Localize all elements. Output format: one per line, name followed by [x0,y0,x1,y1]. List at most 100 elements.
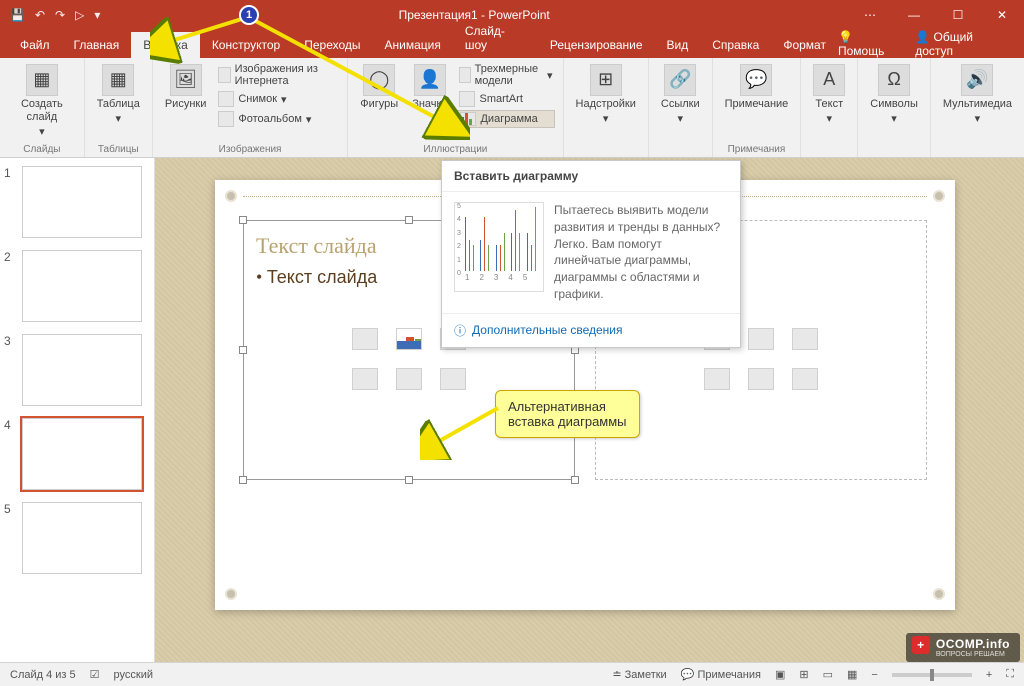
insert-picture-icon[interactable] [352,368,378,390]
group-comments: 💬ПримечаниеПримечания [713,58,802,157]
group-media: 🔊Мультимедиа▾ [931,58,1024,157]
screenshot-button[interactable]: Снимок ▾ [216,90,339,108]
zoom-out-icon[interactable]: − [871,669,877,681]
tab-help[interactable]: Справка [700,32,771,58]
slide-position: Слайд 4 из 5 [10,669,76,681]
comment-button[interactable]: 💬Примечание [721,62,793,113]
new-slide-button[interactable]: ▦Создать слайд▾ [8,62,76,142]
group-label: Слайды [8,142,76,155]
share-button[interactable]: 👤 Общий доступ [915,30,1012,58]
tooltip-help-link[interactable]: ⓘ Дополнительные сведения [442,313,740,347]
smartart-button[interactable]: SmartArt [457,90,554,108]
group-label: Таблицы [93,142,144,155]
insert-video-icon[interactable] [792,368,818,390]
tab-view[interactable]: Вид [655,32,701,58]
slide-thumb[interactable]: 1 [4,166,150,238]
corner-decor [933,190,945,202]
group-images: 🖼Рисунки Изображения из Интернета Снимок… [153,58,348,157]
tab-animation[interactable]: Анимация [373,32,453,58]
view-normal-icon[interactable]: ▣ [775,668,785,681]
undo-icon[interactable]: ↶ [35,8,45,22]
insert-online-picture-icon[interactable] [748,368,774,390]
tab-format[interactable]: Формат [771,32,838,58]
save-icon[interactable]: 💾 [10,8,25,22]
tell-me[interactable]: 💡 Помощь [838,30,901,58]
symbols-button[interactable]: ΩСимволы▾ [866,62,922,128]
insert-online-picture-icon[interactable] [396,368,422,390]
group-tables: ▦Таблица▾ Таблицы [85,58,153,157]
window-controls: ⋯ — ☐ ✕ [848,0,1024,30]
zoom-in-icon[interactable]: + [986,669,992,681]
qat-more-icon[interactable]: ▾ [94,8,100,22]
group-addins: ⊞Надстройки▾ [564,58,649,157]
tooltip-chart-preview: 543210 12345 [454,202,544,292]
view-slideshow-icon[interactable]: ▦ [847,668,857,681]
shapes-button[interactable]: ◯Фигуры [356,62,402,113]
corner-decor [933,588,945,600]
tab-review[interactable]: Рецензирование [538,32,655,58]
group-links: 🔗Ссылки▾ [649,58,713,157]
slide-thumb[interactable]: 5 [4,502,150,574]
tab-home[interactable]: Главная [62,32,132,58]
ribbon: ▦Создать слайд▾ Слайды ▦Таблица▾ Таблицы… [0,58,1024,158]
view-reading-icon[interactable]: ▭ [823,668,833,681]
close-icon[interactable]: ✕ [980,0,1024,30]
media-button[interactable]: 🔊Мультимедиа▾ [939,62,1016,128]
corner-decor [225,190,237,202]
watermark-icon: + [912,636,930,654]
status-bar: Слайд 4 из 5 ☑ русский ≐ Заметки 💬 Приме… [0,662,1024,686]
group-label: Иллюстрации [356,142,554,155]
tab-slideshow[interactable]: Слайд-шоу [453,18,538,58]
tooltip-text: Пытаетесь выявить модели развития и трен… [554,202,728,303]
group-illustrations: ◯Фигуры 👤Значки Трехмерные модели ▾ Smar… [348,58,563,157]
text-button[interactable]: AТекст▾ [809,62,849,128]
language-status[interactable]: русский [114,669,153,681]
pictures-button[interactable]: 🖼Рисунки [161,62,211,113]
spellcheck-icon[interactable]: ☑ [90,668,100,681]
chart-tooltip: Вставить диаграмму 543210 12345 Пытаетес… [441,160,741,348]
tooltip-title: Вставить диаграмму [442,161,740,192]
3dmodels-button[interactable]: Трехмерные модели ▾ [457,62,554,88]
group-label: Изображения [161,142,339,155]
insert-chart-icon[interactable] [748,328,774,350]
addins-button[interactable]: ⊞Надстройки▾ [572,62,640,128]
chart-icon [460,112,476,126]
annotation-callout: Альтернативная вставка диаграммы [495,390,640,438]
slide-thumb[interactable]: 4 [4,418,150,490]
tab-design[interactable]: Конструктор [200,32,292,58]
insert-picture-icon[interactable] [704,368,730,390]
icons-button[interactable]: 👤Значки [408,62,451,113]
ribbon-tabs: Файл Главная Вставка Конструктор Переход… [0,30,1024,58]
tab-insert[interactable]: Вставка [131,32,200,58]
insert-chart-icon[interactable] [396,328,422,350]
group-slides: ▦Создать слайд▾ Слайды [0,58,85,157]
slideshow-icon[interactable]: ▷ [75,8,84,22]
insert-table-icon[interactable] [352,328,378,350]
minimize-icon[interactable]: — [892,0,936,30]
corner-decor [225,588,237,600]
slide-thumb[interactable]: 3 [4,334,150,406]
chart-button[interactable]: Диаграмма [457,110,554,128]
ribbon-options-icon[interactable]: ⋯ [848,0,892,30]
table-button[interactable]: ▦Таблица▾ [93,62,144,128]
fit-icon[interactable]: ⛶ [1006,668,1014,681]
redo-icon[interactable]: ↷ [55,8,65,22]
step-badge: 1 [239,5,259,25]
photoalbum-button[interactable]: Фотоальбом ▾ [216,110,339,128]
watermark: + OCOMP.info ВОПРОСЫ РЕШАЕМ [906,633,1020,662]
online-pictures-button[interactable]: Изображения из Интернета [216,62,339,88]
links-button[interactable]: 🔗Ссылки▾ [657,62,704,128]
zoom-slider[interactable] [892,673,972,677]
group-text: AТекст▾ [801,58,858,157]
notes-toggle[interactable]: ≐ Заметки [612,668,666,681]
maximize-icon[interactable]: ☐ [936,0,980,30]
slide-thumbnails-panel[interactable]: 1 2 3 4 5 [0,158,155,662]
tab-file[interactable]: Файл [8,32,62,58]
tab-transitions[interactable]: Переходы [292,32,372,58]
insert-video-icon[interactable] [440,368,466,390]
quick-access-toolbar: 💾 ↶ ↷ ▷ ▾ [0,8,100,22]
insert-smartart-icon[interactable] [792,328,818,350]
comments-toggle[interactable]: 💬 Примечания [681,668,761,681]
slide-thumb[interactable]: 2 [4,250,150,322]
view-sorter-icon[interactable]: ⊞ [799,668,808,681]
